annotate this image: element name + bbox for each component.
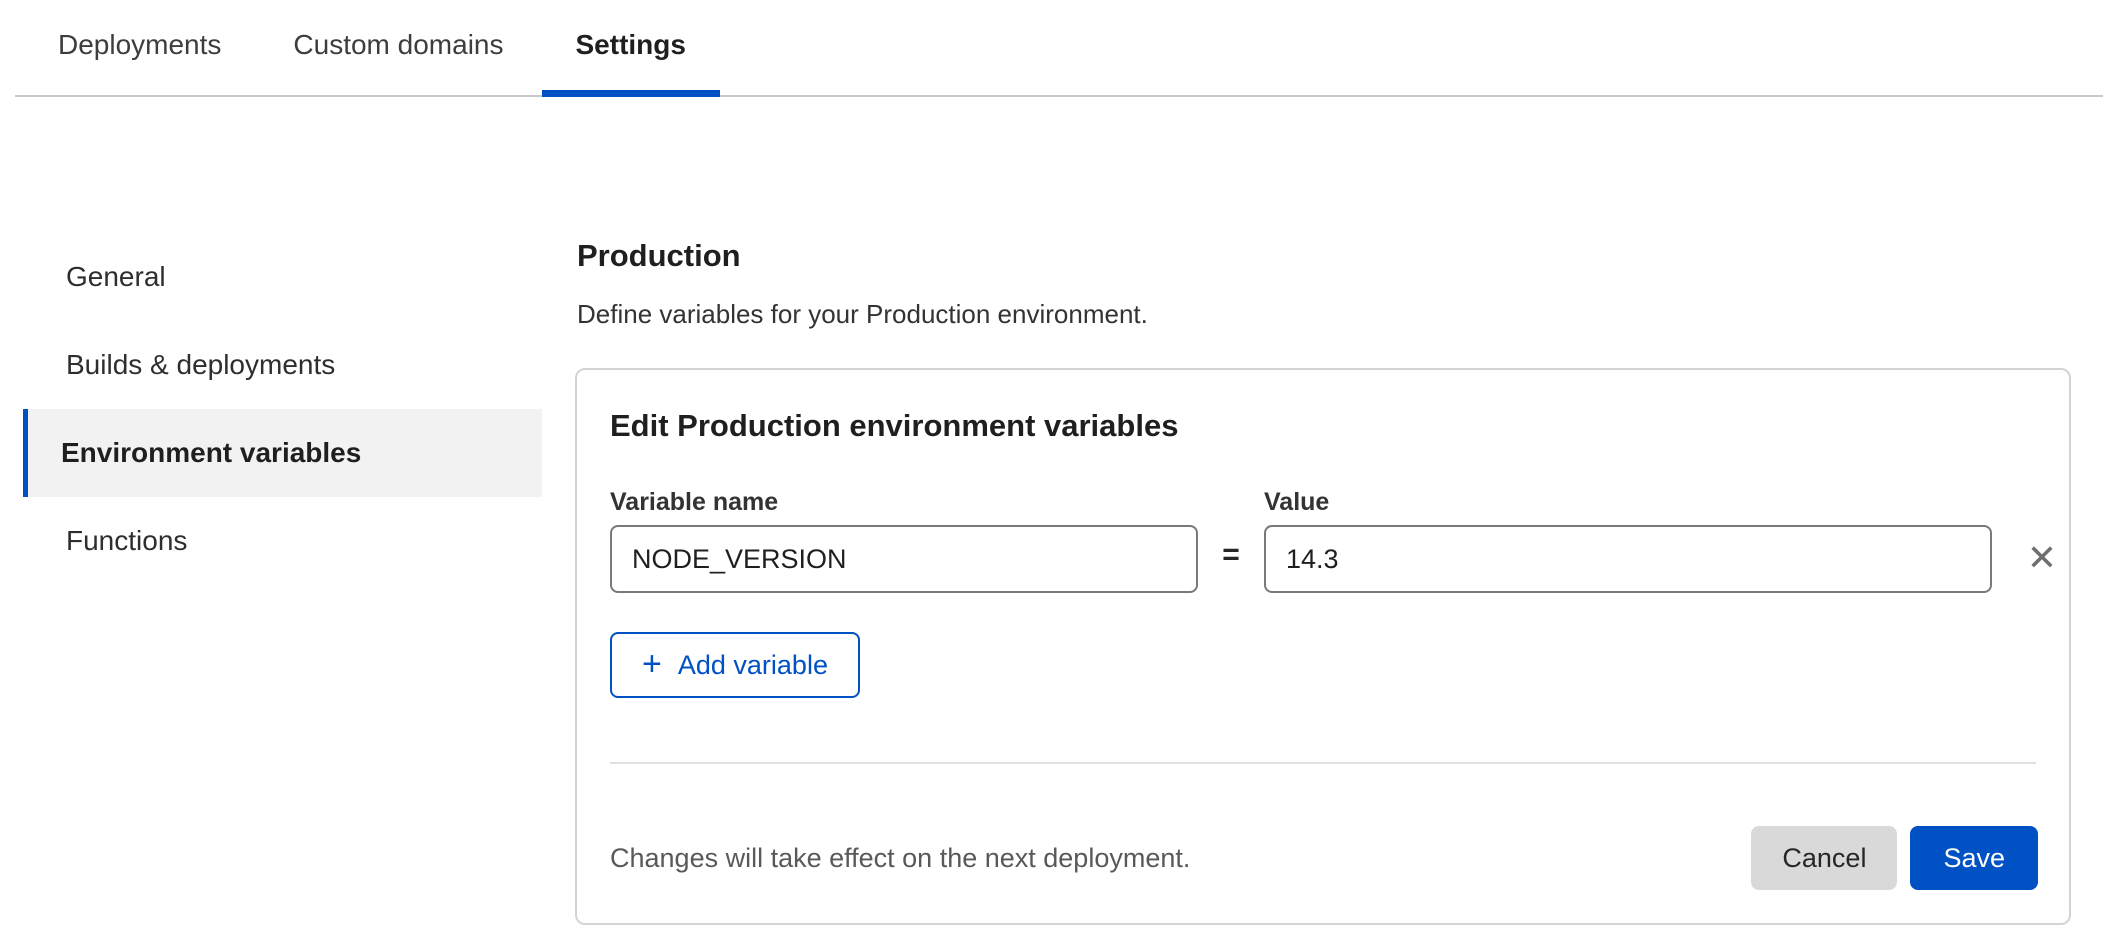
settings-sidebar: General Builds & deployments Environment… bbox=[23, 233, 542, 585]
sidebar-item-general[interactable]: General bbox=[23, 233, 542, 321]
environment-variables-card: Edit Production environment variables Va… bbox=[575, 368, 2071, 925]
cancel-button[interactable]: Cancel bbox=[1751, 826, 1897, 890]
tab-deployments[interactable]: Deployments bbox=[24, 28, 255, 97]
equals-sign: = bbox=[1202, 538, 1260, 572]
value-label: Value bbox=[1264, 488, 1329, 517]
section-title: Production bbox=[577, 238, 741, 274]
plus-icon: + bbox=[642, 647, 662, 681]
close-icon: ✕ bbox=[2027, 537, 2057, 579]
section-description: Define variables for your Production env… bbox=[577, 299, 1148, 330]
save-button[interactable]: Save bbox=[1910, 826, 2038, 890]
sidebar-item-functions[interactable]: Functions bbox=[23, 497, 542, 585]
remove-variable-button[interactable]: ✕ bbox=[2014, 530, 2070, 586]
card-footer: Changes will take effect on the next dep… bbox=[610, 826, 2038, 890]
variable-value-input[interactable] bbox=[1264, 525, 1992, 593]
card-divider bbox=[610, 762, 2036, 764]
variable-name-label: Variable name bbox=[610, 488, 778, 517]
tab-settings[interactable]: Settings bbox=[542, 28, 720, 97]
page-tabs: Deployments Custom domains Settings bbox=[15, 0, 2103, 97]
footer-actions: Cancel Save bbox=[1751, 826, 2038, 890]
card-title: Edit Production environment variables bbox=[610, 408, 1178, 444]
add-variable-button[interactable]: + Add variable bbox=[610, 632, 860, 698]
tab-custom-domains[interactable]: Custom domains bbox=[259, 28, 537, 97]
sidebar-item-builds-deployments[interactable]: Builds & deployments bbox=[23, 321, 542, 409]
add-variable-label: Add variable bbox=[678, 650, 828, 681]
settings-page: Deployments Custom domains Settings Gene… bbox=[0, 0, 2121, 948]
footer-note: Changes will take effect on the next dep… bbox=[610, 843, 1190, 874]
sidebar-item-environment-variables[interactable]: Environment variables bbox=[23, 409, 542, 497]
variable-name-input[interactable] bbox=[610, 525, 1198, 593]
